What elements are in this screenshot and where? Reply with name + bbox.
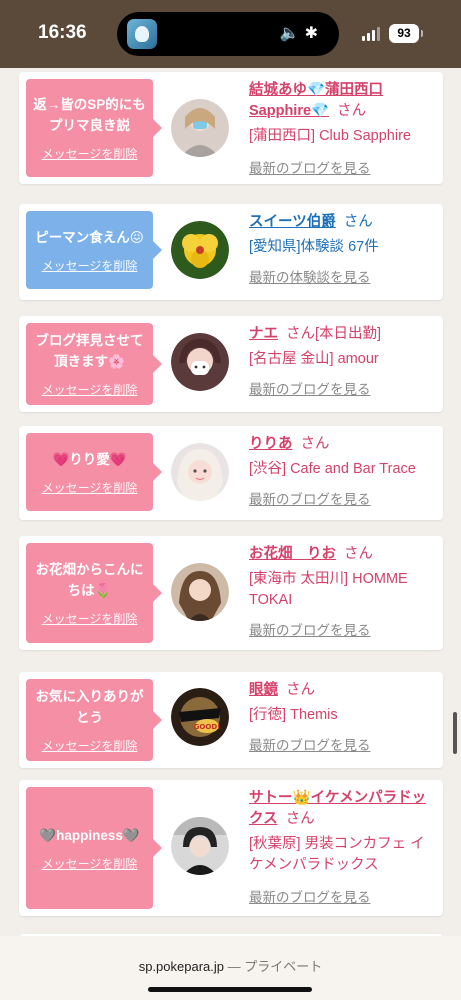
message-text: お花畑からこんにちは🌷 bbox=[35, 562, 144, 598]
delete-message-link[interactable]: メッセージを削除 bbox=[42, 479, 138, 496]
shop-label: [愛知県]体験談 67件 bbox=[249, 239, 379, 255]
svg-text:GOOD!: GOOD! bbox=[194, 723, 221, 731]
message-text: ブログ拝見させて頂きます🌸 bbox=[35, 333, 144, 369]
shop-label: [名古屋 金山] amour bbox=[249, 351, 379, 367]
delete-message-link[interactable]: メッセージを削除 bbox=[42, 381, 138, 398]
message-bubble: 🩶happiness🩶 メッセージを削除 bbox=[26, 787, 162, 909]
app-icon bbox=[127, 19, 157, 49]
name-line: りりあ さん bbox=[249, 434, 435, 455]
dynamic-island: 🔈✱ bbox=[117, 12, 339, 56]
shop-label: [蒲田西口] Club Sapphire bbox=[249, 128, 411, 144]
honorific: さん bbox=[343, 214, 373, 230]
home-indicator[interactable] bbox=[148, 987, 312, 992]
honorific: さん bbox=[337, 103, 367, 119]
latest-blog-link[interactable]: 最新のブログを見る bbox=[249, 619, 435, 639]
entry-info: 眼鏡 さん [行徳] Themis 最新のブログを見る bbox=[249, 680, 435, 754]
delete-message-link[interactable]: メッセージを削除 bbox=[42, 737, 138, 754]
message-bubble: お気に入りありがとう メッセージを削除 bbox=[26, 679, 162, 761]
message-bubble: ピーマン食えん😖 メッセージを削除 bbox=[26, 211, 162, 289]
message-text: 返→皆のSP的にもプリマ良き説 bbox=[33, 97, 146, 133]
name-line: スイーツ伯爵 さん bbox=[249, 212, 435, 233]
message-text: お気に入りありがとう bbox=[35, 689, 144, 725]
message-text: ピーマン食えん😖 bbox=[35, 229, 144, 245]
list-item: 💗りり愛💗 メッセージを削除 りりあ さん [渋谷] Cafe and Bar T… bbox=[19, 426, 443, 520]
message-bubble: 💗りり愛💗 メッセージを削除 bbox=[26, 433, 162, 511]
profile-name-link[interactable]: スイーツ伯爵 bbox=[249, 214, 336, 230]
entry-info: サトー👑イケメンパラドックス さん [秋葉原] 男装コンカフェ イケメンパラドック… bbox=[249, 788, 435, 906]
entry-info: お花畑 りお さん [東海市 太田川] HOMME TOKAI 最新のブログを見る bbox=[249, 544, 435, 639]
honorific: さん bbox=[300, 436, 330, 452]
latest-blog-link[interactable]: 最新のブログを見る bbox=[249, 378, 435, 398]
name-line: ナエ さん[本日出勤] bbox=[249, 324, 435, 345]
screen: 16:36 🔈✱ 93 返→皆のSP的にもプリマ良き説 メッセージを削除 結城あ… bbox=[0, 0, 461, 1000]
list-item: 🩶happiness🩶 メッセージを削除 サトー👑イケメンパラドックス さん [秋… bbox=[19, 780, 443, 916]
name-line: サトー👑イケメンパラドックス さん bbox=[249, 788, 435, 830]
mute-icon: 🔈 bbox=[279, 25, 305, 42]
profile-name-link[interactable]: お花畑 りお bbox=[249, 546, 336, 562]
url-separator: — bbox=[227, 959, 241, 974]
bluetooth-icon: ✱ bbox=[304, 25, 323, 42]
shop-label: [秋葉原] 男装コンカフェ イケメンパラドックス bbox=[249, 836, 425, 873]
profile-name-link[interactable]: サトー👑イケメンパラドックス bbox=[249, 790, 426, 827]
shop-label: [東海市 太田川] HOMME TOKAI bbox=[249, 571, 408, 608]
avatar[interactable] bbox=[171, 221, 229, 279]
message-text: 💗りり愛💗 bbox=[52, 451, 127, 467]
name-line: お花畑 りお さん bbox=[249, 544, 435, 565]
latest-blog-link[interactable]: 最新のブログを見る bbox=[249, 488, 435, 508]
name-line: 結城あゆ💎蒲田西口Sapphire💎 さん bbox=[249, 80, 435, 122]
list-item: お花畑からこんにちは🌷 メッセージを削除 お花畑 りお さん [東海市 太田川] … bbox=[19, 536, 443, 650]
honorific: さん bbox=[285, 811, 315, 827]
profile-name-link[interactable]: 眼鏡 bbox=[249, 682, 278, 698]
delete-message-link[interactable]: メッセージを削除 bbox=[42, 610, 138, 627]
list-item: お気に入りありがとう メッセージを削除 GOOD! 眼鏡 さん [行徳] Them… bbox=[19, 672, 443, 768]
avatar[interactable]: GOOD! bbox=[171, 688, 229, 746]
honorific: さん bbox=[286, 682, 315, 698]
entry-info: りりあ さん [渋谷] Cafe and Bar Trace 最新のブログを見る bbox=[249, 434, 435, 508]
browsing-mode: プライベート bbox=[244, 959, 323, 974]
message-bubble: 返→皆のSP的にもプリマ良き説 メッセージを削除 bbox=[26, 79, 162, 177]
profile-name-link[interactable]: ナエ bbox=[249, 326, 278, 342]
battery-icon: 93 bbox=[389, 24, 423, 43]
island-status-icons: 🔈✱ bbox=[280, 23, 323, 43]
url-line[interactable]: sp.pokepara.jp — プライベート bbox=[0, 956, 461, 975]
latest-blog-link[interactable]: 最新のブログを見る bbox=[249, 157, 435, 177]
list-item: ピーマン食えん😖 メッセージを削除 スイーツ伯爵 さん [愛知県]体験談 67件 … bbox=[19, 204, 443, 300]
list-item: 返→皆のSP的にもプリマ良き説 メッセージを削除 結城あゆ💎蒲田西口Sapphi… bbox=[19, 72, 443, 184]
avatar[interactable] bbox=[171, 99, 229, 157]
attendance-badge: [本日出勤] bbox=[315, 326, 382, 342]
honorific: さん bbox=[286, 326, 315, 342]
shop-label: [行徳] Themis bbox=[249, 707, 338, 723]
profile-name-link[interactable]: りりあ bbox=[249, 436, 293, 452]
avatar[interactable] bbox=[171, 817, 229, 875]
entry-info: 結城あゆ💎蒲田西口Sapphire💎 さん [蒲田西口] Club Sapphir… bbox=[249, 80, 435, 177]
delete-message-link[interactable]: メッセージを削除 bbox=[42, 257, 138, 274]
message-bubble: ブログ拝見させて頂きます🌸 メッセージを削除 bbox=[26, 323, 162, 405]
latest-blog-link[interactable]: 最新のブログを見る bbox=[249, 886, 435, 906]
message-text: 🩶happiness🩶 bbox=[39, 827, 140, 843]
avatar[interactable] bbox=[171, 333, 229, 391]
avatar[interactable] bbox=[171, 443, 229, 501]
status-bar: 16:36 🔈✱ 93 bbox=[0, 0, 461, 68]
list-item: ブログ拝見させて頂きます🌸 メッセージを削除 ナエ さん[本日出勤] [名古屋 金… bbox=[19, 316, 443, 412]
entry-info: スイーツ伯爵 さん [愛知県]体験談 67件 最新の体験談を見る bbox=[249, 212, 435, 286]
status-time: 16:36 bbox=[38, 22, 87, 43]
signal-icon bbox=[362, 27, 382, 41]
avatar[interactable] bbox=[171, 563, 229, 621]
url-domain: sp.pokepara.jp bbox=[138, 959, 224, 974]
delete-message-link[interactable]: メッセージを削除 bbox=[42, 145, 138, 162]
delete-message-link[interactable]: メッセージを削除 bbox=[42, 855, 138, 872]
message-bubble: お花畑からこんにちは🌷 メッセージを削除 bbox=[26, 543, 162, 643]
latest-review-link[interactable]: 最新の体験談を見る bbox=[249, 266, 435, 286]
latest-blog-link[interactable]: 最新のブログを見る bbox=[249, 734, 435, 754]
entry-info: ナエ さん[本日出勤] [名古屋 金山] amour 最新のブログを見る bbox=[249, 324, 435, 398]
shop-label: [渋谷] Cafe and Bar Trace bbox=[249, 461, 416, 477]
name-line: 眼鏡 さん bbox=[249, 680, 435, 701]
scrollbar[interactable] bbox=[453, 712, 457, 754]
honorific: さん bbox=[344, 546, 373, 562]
